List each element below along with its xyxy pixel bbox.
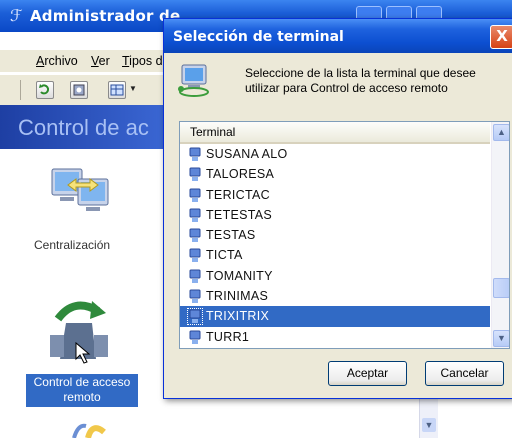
app-icon: ℱ — [10, 6, 23, 25]
terminal-listbox[interactable]: Terminal SUSANA ALO TALORESA TERICTAC TE… — [179, 121, 510, 349]
terminal-icon — [189, 228, 201, 243]
menu-ver-hotkey: V — [91, 54, 99, 68]
scroll-up-arrow-icon[interactable]: ▲ — [493, 124, 509, 141]
terminal-row[interactable]: SUSANA ALO — [180, 144, 490, 164]
terminal-selection-dialog: Selección de terminal X Seleccione de la… — [163, 18, 512, 399]
terminal-name: TESTAS — [206, 228, 256, 243]
terminal-row-selected[interactable]: TRIXITRIX — [180, 306, 490, 327]
terminal-row[interactable]: TERICTAC — [180, 185, 490, 205]
dialog-close-button[interactable]: X — [490, 25, 512, 49]
dialog-title-bar[interactable]: Selección de terminal X — [164, 19, 512, 53]
section-header-title: Control de ac — [18, 115, 149, 140]
terminal-name: TURR1 — [206, 329, 250, 344]
network-computer-icon — [176, 61, 212, 97]
terminal-row[interactable]: TOMANITY — [180, 266, 490, 286]
scroll-down-arrow-icon[interactable]: ▼ — [422, 418, 436, 432]
terminal-column-label: Terminal — [190, 125, 236, 139]
dialog-message: Seleccione de la lista la terminal que d… — [245, 66, 476, 95]
centralizacion-label: Centralización — [34, 238, 111, 252]
terminal-name: TETESTAS — [206, 207, 273, 222]
terminal-row[interactable]: TETESTAS — [180, 205, 490, 225]
terminal-icon — [189, 167, 201, 182]
menu-archivo[interactable]: Archivo — [36, 54, 78, 68]
menu-tipos-rest: ipos d — [129, 54, 163, 68]
computers-arrows-icon[interactable] — [50, 165, 110, 221]
terminal-name: TERICTAC — [206, 187, 270, 202]
toolbar-grip — [20, 80, 21, 100]
view-icon[interactable] — [108, 81, 126, 99]
menu-archivo-rest: rchivo — [44, 54, 78, 68]
terminal-row[interactable]: TALORESA — [180, 164, 490, 184]
terminal-row[interactable]: TRINIMAS — [180, 286, 490, 306]
terminal-icon — [189, 330, 201, 344]
menu-tipos[interactable]: Tipos d — [122, 54, 163, 68]
properties-icon[interactable] — [70, 81, 88, 99]
partial-icon — [62, 418, 122, 439]
menu-ver-rest: er — [98, 54, 110, 68]
terminal-name: TRIXITRIX — [206, 309, 270, 324]
accept-button[interactable]: Aceptar — [328, 361, 407, 386]
terminal-row[interactable]: TESTAS — [180, 225, 490, 245]
terminal-row[interactable]: TURR1 — [180, 327, 490, 347]
terminal-icon — [189, 248, 201, 263]
scroll-thumb[interactable] — [493, 278, 509, 298]
terminal-row[interactable]: TICTA — [180, 245, 490, 265]
terminal-name: SUSANA ALO — [206, 147, 288, 161]
terminal-name: TRINIMAS — [206, 289, 269, 304]
dialog-title: Selección de terminal — [173, 29, 344, 45]
terminal-icon — [189, 147, 201, 161]
terminal-name: TALORESA — [206, 167, 275, 182]
terminal-icon — [189, 289, 201, 304]
terminal-icon — [189, 269, 201, 283]
control-acceso-label-line2: remoto — [63, 390, 101, 404]
scroll-down-arrow-icon[interactable]: ▼ — [493, 330, 509, 347]
terminal-icon — [189, 208, 201, 222]
control-acceso-label[interactable]: Control de acceso remoto — [26, 374, 138, 407]
admin-title: Administrador de — [30, 7, 181, 25]
terminal-icon — [189, 188, 201, 202]
refresh-icon[interactable] — [36, 81, 54, 99]
terminal-name: TOMANITY — [206, 268, 273, 283]
terminal-icon — [187, 308, 203, 326]
remote-access-icon[interactable] — [44, 295, 114, 365]
control-acceso-label-line1: Control de acceso — [33, 375, 131, 389]
view-dropdown-icon[interactable]: ▼ — [129, 84, 137, 93]
menu-ver[interactable]: Ver — [91, 54, 110, 68]
terminal-name: TICTA — [206, 248, 243, 263]
list-scrollbar[interactable]: ▲ ▼ — [491, 122, 509, 348]
terminal-column-header[interactable]: Terminal — [180, 122, 490, 144]
terminal-list: SUSANA ALO TALORESA TERICTAC TETESTAS TE… — [180, 144, 490, 347]
cancel-button[interactable]: Cancelar — [425, 361, 504, 386]
